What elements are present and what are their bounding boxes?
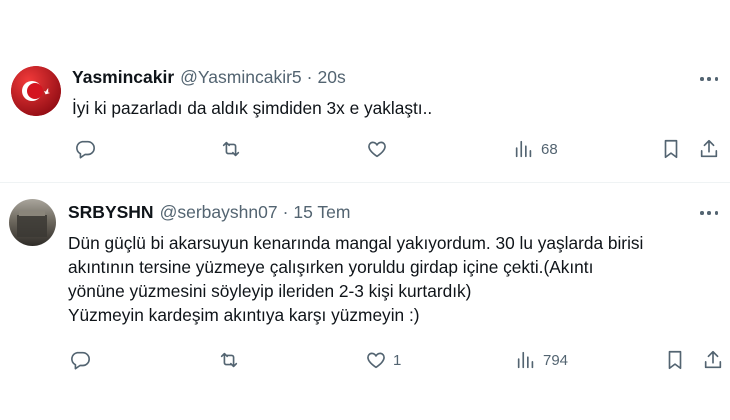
avatar[interactable] <box>11 66 61 116</box>
view-count: 68 <box>541 140 558 158</box>
retweet-icon <box>220 352 238 368</box>
bookmark-button[interactable] <box>660 136 682 162</box>
like-button[interactable] <box>366 136 394 162</box>
tweet-header: Yasmincakir @Yasmincakir5 · 20s <box>72 67 346 88</box>
like-button[interactable]: 1 <box>365 347 401 373</box>
bookmark-icon <box>664 139 678 159</box>
author-handle[interactable]: @serbayshn07 <box>160 202 278 223</box>
share-button[interactable] <box>698 136 720 162</box>
share-button[interactable] <box>702 347 724 373</box>
timestamp[interactable]: 15 Tem <box>293 202 350 223</box>
views-button[interactable]: 794 <box>515 347 568 373</box>
reply-icon <box>76 140 95 159</box>
retweet-button[interactable] <box>220 136 248 162</box>
separator-dot: · <box>282 202 289 222</box>
avatar[interactable] <box>9 199 56 246</box>
retweet-icon <box>222 141 240 157</box>
tweet-header: SRBYSHN @serbayshn07 · 15 Tem <box>68 202 350 223</box>
bookmark-icon <box>668 350 682 370</box>
like-count: 1 <box>393 351 402 369</box>
action-bar: 1 794 <box>68 347 723 373</box>
bookmark-button[interactable] <box>664 347 686 373</box>
tweet-text: İyi ki pazarladı da aldık şimdiden 3x e … <box>72 96 432 120</box>
tweet[interactable]: SRBYSHN @serbayshn07 · 15 Tem Dün güçlü … <box>0 183 730 420</box>
author-handle[interactable]: @Yasmincakir5 <box>180 67 302 88</box>
heart-icon <box>368 141 386 158</box>
timestamp[interactable]: 20s <box>318 67 346 88</box>
view-count: 794 <box>543 351 569 369</box>
author-name[interactable]: Yasmincakir <box>72 67 174 88</box>
reply-button[interactable] <box>74 136 102 162</box>
tweet-text-line: yönüne yüzmesini söyleyip ileriden 2-3 k… <box>68 281 472 301</box>
views-icon <box>515 140 532 158</box>
tweet-text: Dün güçlü bi akarsuyun kenarında mangal … <box>68 231 718 327</box>
heart-icon <box>367 352 385 369</box>
author-name[interactable]: SRBYSHN <box>68 202 154 223</box>
tweet-text-line: Dün güçlü bi akarsuyun kenarında mangal … <box>68 233 644 253</box>
share-icon <box>700 139 718 158</box>
reply-icon <box>71 351 90 370</box>
tweet[interactable]: Yasmincakir @Yasmincakir5 · 20s İyi ki p… <box>0 0 730 183</box>
turkish-flag-avatar <box>11 66 61 116</box>
tweet-text-line: akıntının tersine yüzmeye çalışırken yor… <box>68 257 594 277</box>
tweet-text-line: Yüzmeyin kardeşim akıntıya karşı yüzmeyi… <box>68 305 420 325</box>
more-icon[interactable] <box>700 76 718 82</box>
action-bar: 68 <box>70 136 725 162</box>
reply-button[interactable] <box>69 347 97 373</box>
more-icon[interactable] <box>700 210 718 216</box>
views-icon <box>517 351 534 369</box>
views-button[interactable]: 68 <box>513 136 558 162</box>
share-icon <box>704 350 722 369</box>
separator-dot: · <box>306 67 313 87</box>
tweet-text-line: İyi ki pazarladı da aldık şimdiden 3x e … <box>72 98 433 118</box>
retweet-button[interactable] <box>218 347 246 373</box>
profile-photo-avatar <box>9 199 56 246</box>
